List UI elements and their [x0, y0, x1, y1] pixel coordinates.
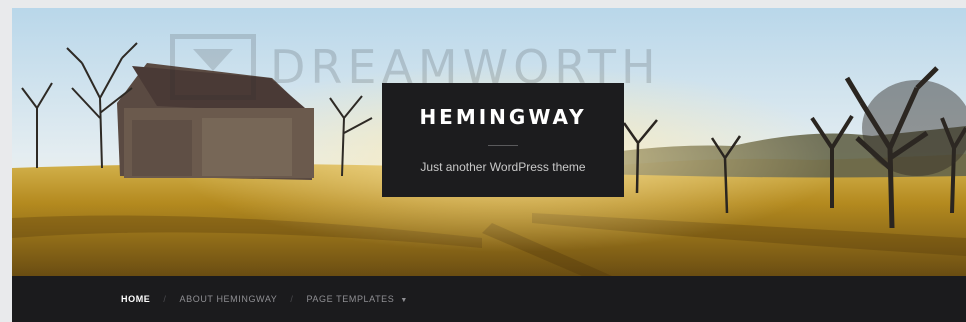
theme-preview: DREAMWORTH HEMINGWAY Just another WordPr…	[12, 8, 966, 322]
site-title[interactable]: HEMINGWAY	[382, 105, 624, 129]
nav-separator: /	[290, 294, 294, 304]
nav-item-home[interactable]: HOME	[121, 294, 150, 304]
chevron-down-icon: ▼	[400, 297, 408, 304]
nav-item-page-templates[interactable]: PAGE TEMPLATES ▼	[306, 294, 407, 304]
nav-item-label: PAGE TEMPLATES	[306, 294, 395, 304]
site-description: Just another WordPress theme	[420, 160, 586, 174]
nav-separator: /	[163, 294, 167, 304]
main-navigation: HOME / ABOUT HEMINGWAY / PAGE TEMPLATES ▼	[12, 276, 966, 322]
nav-item-about-hemingway[interactable]: ABOUT HEMINGWAY	[180, 294, 278, 304]
nav-menu: HOME / ABOUT HEMINGWAY / PAGE TEMPLATES ▼	[121, 276, 408, 322]
site-branding: HEMINGWAY Just another WordPress theme	[382, 83, 624, 197]
title-divider	[488, 145, 518, 146]
